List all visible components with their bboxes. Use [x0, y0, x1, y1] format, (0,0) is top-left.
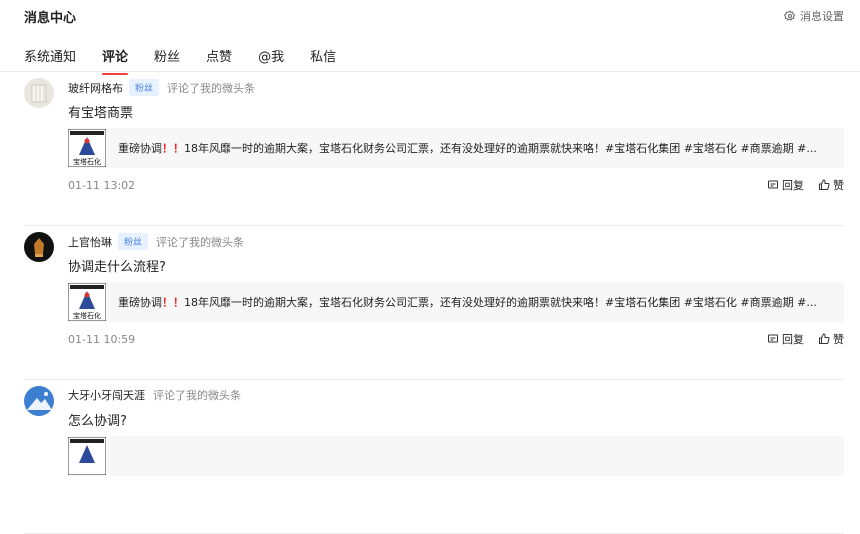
thumbnail-caption: 宝塔石化 [73, 311, 101, 320]
tab-bar: 系统通知 评论 粉丝 点赞 @我 私信 [24, 46, 362, 75]
comment-list: 玻纤网格布 粉丝 评论了我的微头条 有宝塔商票 宝塔石化 重磅协调！！18年风靡… [0, 72, 860, 534]
thumbnail-caption: 宝塔石化 [73, 157, 101, 166]
like-label: 赞 [833, 333, 844, 346]
reply-label: 回复 [782, 333, 804, 346]
tab-private-messages[interactable]: 私信 [310, 46, 336, 71]
reply-button[interactable]: 回复 [767, 177, 804, 193]
list-item: 玻纤网格布 粉丝 评论了我的微头条 有宝塔商票 宝塔石化 重磅协调！！18年风靡… [24, 72, 844, 226]
post-thumbnail: 宝塔石化 [68, 283, 106, 321]
comment-text: 有宝塔商票 [68, 106, 134, 121]
post-thumbnail [68, 437, 106, 475]
list-item: 上官怡琳 粉丝 评论了我的微头条 协调走什么流程? 宝塔石化 重磅协调！！18年… [24, 226, 844, 380]
gear-icon [784, 10, 796, 21]
like-button[interactable]: 赞 [818, 177, 844, 193]
thumbs-up-icon [819, 333, 830, 344]
like-button[interactable]: 赞 [818, 331, 844, 347]
avatar[interactable] [24, 386, 54, 416]
name-line: 大牙小牙闯天涯 评论了我的微头条 [68, 387, 241, 403]
comment-text: 怎么协调? [68, 414, 127, 429]
reply-button[interactable]: 回复 [767, 331, 804, 347]
timestamp: 01-11 13:02 [68, 179, 136, 192]
avatar[interactable] [24, 78, 54, 108]
post-thumbnail: 宝塔石化 [68, 129, 106, 167]
username-link[interactable]: 大牙小牙闯天涯 [68, 387, 145, 403]
post-summary-bang: ！！ [162, 296, 184, 309]
referenced-post[interactable] [68, 436, 844, 476]
post-summary-bang: ！！ [162, 142, 184, 155]
actions: 回复 赞 [753, 177, 844, 193]
action-text: 评论了我的微头条 [153, 389, 241, 402]
post-summary-prefix: 重磅协调 [118, 296, 162, 309]
thumbs-up-icon [819, 179, 830, 190]
referenced-post[interactable]: 宝塔石化 重磅协调！！18年风靡一时的逾期大案，宝塔石化财务公司汇票，还有没处理… [68, 128, 844, 168]
settings-label: 消息设置 [800, 10, 844, 23]
name-line: 玻纤网格布 粉丝 评论了我的微头条 [68, 79, 255, 96]
avatar[interactable] [24, 232, 54, 262]
like-label: 赞 [833, 179, 844, 192]
tab-mentions[interactable]: @我 [258, 46, 284, 71]
message-settings-button[interactable]: 消息设置 [784, 8, 844, 24]
reply-icon [768, 334, 778, 343]
name-line: 上官怡琳 粉丝 评论了我的微头条 [68, 233, 244, 250]
action-text: 评论了我的微头条 [156, 235, 245, 249]
reply-icon [768, 180, 778, 189]
post-summary-rest: 18年风靡一时的逾期大案，宝塔石化财务公司汇票，还有没处理好的逾期票就快来咯！#… [184, 296, 817, 309]
tab-comments[interactable]: 评论 [102, 46, 129, 75]
post-summary-rest: 18年风靡一时的逾期大案，宝塔石化财务公司汇票，还有没处理好的逾期票就快来咯！#… [184, 142, 817, 155]
username-link[interactable]: 上官怡琳 [68, 234, 112, 250]
fan-badge: 粉丝 [129, 79, 160, 96]
comment-text: 协调走什么流程? [68, 260, 166, 275]
post-summary-prefix: 重磅协调 [118, 142, 162, 155]
tab-likes[interactable]: 点赞 [206, 46, 232, 71]
tab-fans[interactable]: 粉丝 [154, 46, 180, 71]
post-summary: 重磅协调！！18年风靡一时的逾期大案，宝塔石化财务公司汇票，还有没处理好的逾期票… [118, 140, 844, 156]
header: 消息中心 消息设置 [0, 0, 860, 32]
page-title: 消息中心 [24, 11, 77, 26]
action-text: 评论了我的微头条 [167, 81, 256, 95]
fan-badge: 粉丝 [118, 233, 149, 250]
post-summary: 重磅协调！！18年风靡一时的逾期大案，宝塔石化财务公司汇票，还有没处理好的逾期票… [118, 294, 844, 310]
referenced-post[interactable]: 宝塔石化 重磅协调！！18年风靡一时的逾期大案，宝塔石化财务公司汇票，还有没处理… [68, 282, 844, 322]
tab-system-notice[interactable]: 系统通知 [24, 46, 76, 71]
username-link[interactable]: 玻纤网格布 [68, 80, 123, 96]
list-item: 大牙小牙闯天涯 评论了我的微头条 怎么协调? [24, 380, 844, 534]
reply-label: 回复 [782, 179, 804, 192]
actions: 回复 赞 [753, 331, 844, 347]
timestamp: 01-11 10:59 [68, 333, 136, 346]
